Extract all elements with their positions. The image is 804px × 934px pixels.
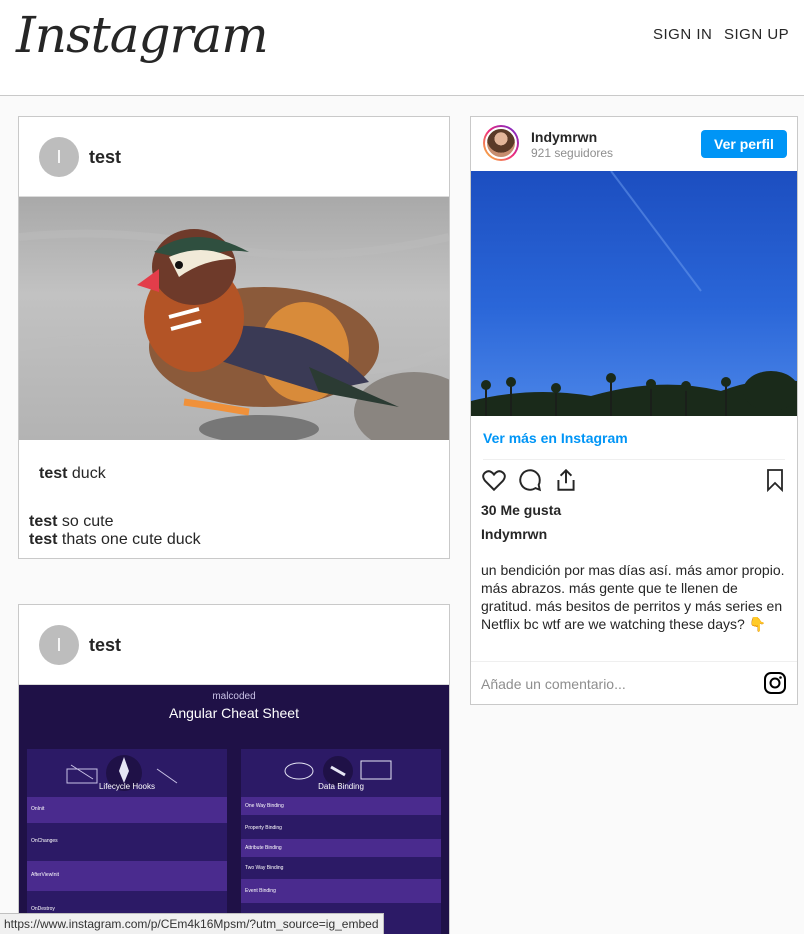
comment-text: so cute xyxy=(57,513,114,530)
right-panel: Data Binding One Way Binding Property Bi… xyxy=(241,749,441,934)
post-card: I test malcoded Angular Cheat Sheet Life… xyxy=(18,604,450,934)
comment-input[interactable]: Añade un comentario... xyxy=(481,676,626,692)
comment-icon[interactable] xyxy=(517,467,543,493)
post-header: I test xyxy=(19,605,449,685)
lifecycle-row: AfterViewInit xyxy=(27,861,227,891)
data-binding-heading: Data Binding xyxy=(318,782,364,791)
binding-row: Two Way Binding xyxy=(245,865,284,871)
comment-username[interactable]: test xyxy=(29,513,57,530)
divider xyxy=(483,459,785,460)
sign-up-link[interactable]: SIGN UP xyxy=(724,26,789,43)
binding-row: One Way Binding xyxy=(241,797,441,815)
avatar[interactable]: I xyxy=(39,625,79,665)
view-profile-button[interactable]: Ver perfil xyxy=(701,130,787,158)
comment-item: test so cute xyxy=(29,513,201,531)
comment-text: thats one cute duck xyxy=(57,531,201,548)
instagram-icon[interactable] xyxy=(763,671,787,695)
lifecycle-heading: Lifecycle Hooks xyxy=(98,782,156,791)
embed-username[interactable]: Indymrwn xyxy=(531,129,597,145)
instagram-embed: Indymrwn 921 seguidores Ver perfil Ver m… xyxy=(470,116,798,705)
sign-in-link[interactable]: SIGN IN xyxy=(653,26,712,43)
sheet-brand: malcoded xyxy=(212,691,256,702)
divider xyxy=(471,661,797,662)
binding-row: Property Binding xyxy=(245,825,282,831)
post-image-cheat-sheet[interactable]: malcoded Angular Cheat Sheet Lifecycle H… xyxy=(19,685,449,934)
binding-row: Attribute Binding xyxy=(241,839,441,857)
instagram-logo[interactable]: Instagram xyxy=(16,6,269,64)
palm-trees-landscape-icon xyxy=(471,171,797,416)
embed-header: Indymrwn 921 seguidores Ver perfil xyxy=(471,117,797,171)
comment-list: test so cute test thats one cute duck xyxy=(29,513,201,549)
status-bar-url: https://www.instagram.com/p/CEm4k16Mpsm/… xyxy=(0,913,384,934)
lifecycle-row: OnChanges xyxy=(31,838,58,844)
comment-username[interactable]: test xyxy=(29,531,57,548)
post-header: I test xyxy=(19,117,449,197)
avatar[interactable]: I xyxy=(39,137,79,177)
lifecycle-row: OnInit xyxy=(27,797,227,823)
caption-text: duck xyxy=(67,465,106,482)
post-username[interactable]: test xyxy=(89,147,121,168)
action-bar xyxy=(481,467,789,495)
embed-followers: 921 seguidores xyxy=(531,146,614,160)
share-icon[interactable] xyxy=(553,467,579,493)
caption-username[interactable]: test xyxy=(39,465,67,482)
embed-avatar[interactable] xyxy=(483,125,519,161)
comment-item: test thats one cute duck xyxy=(29,531,201,549)
top-header: Instagram SIGN IN SIGN UP xyxy=(0,0,804,96)
view-more-link[interactable]: Ver más en Instagram xyxy=(483,430,628,446)
binding-row: Event Binding xyxy=(241,879,441,903)
sheet-title: Angular Cheat Sheet xyxy=(169,705,299,721)
heart-icon[interactable] xyxy=(481,467,507,493)
post-card: I test test duck test so cute test thats… xyxy=(18,116,450,559)
embed-image[interactable] xyxy=(471,171,797,416)
post-image[interactable] xyxy=(19,197,449,440)
post-caption: test duck xyxy=(39,465,106,483)
left-panel: Lifecycle Hooks OnInit OnChanges AfterVi… xyxy=(27,749,227,934)
likes-count[interactable]: 30 Me gusta xyxy=(481,502,561,518)
embed-caption-username[interactable]: Indymrwn xyxy=(481,526,547,542)
embed-caption-text: un bendición por mas días así. más amor … xyxy=(481,562,785,632)
post-username[interactable]: test xyxy=(89,635,121,656)
bookmark-icon[interactable] xyxy=(763,467,787,493)
mandarin-duck-icon xyxy=(19,229,449,440)
